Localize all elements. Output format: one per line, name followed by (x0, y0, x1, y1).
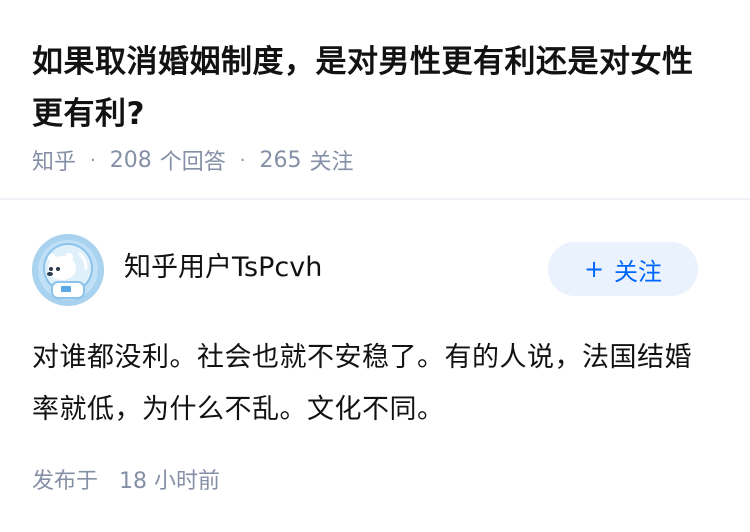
author-name[interactable]: 知乎用户TsPcvh (124, 250, 322, 286)
answer-content[interactable]: 对谁都没利。社会也就不安稳了。有的人说，法国结婚率就低，为什么不乱。文化不同。 (32, 332, 712, 436)
question-title[interactable]: 如果取消婚姻制度，是对男性更有利还是对女性更有利? (32, 36, 722, 140)
posted-label: 发布于 (32, 469, 99, 494)
answer-text: 对谁都没利。社会也就不安稳了。有的人说，法国结婚率就低，为什么不乱。文化不同。 (32, 342, 692, 425)
posted-time: 18 小时前 (119, 469, 221, 494)
meta-separator: · (90, 149, 96, 171)
plus-icon: + (583, 255, 605, 283)
section-divider (0, 198, 750, 200)
posted-time-row: 发布于 18 小时前 (32, 464, 220, 500)
question-header: 如果取消婚姻制度，是对男性更有利还是对女性更有利? (32, 36, 722, 140)
answer-count: 208 (109, 147, 152, 173)
follow-button-label: 关注 (614, 257, 663, 286)
answer-author-row: 知乎用户TsPcvh + 关注 (32, 234, 718, 306)
follower-count-label: 关注 (309, 150, 354, 175)
follower-count: 265 (259, 147, 302, 173)
answer-count-label[interactable]: 个回答 (160, 144, 226, 176)
source-label[interactable]: 知乎 (32, 144, 76, 176)
polar-bear-avatar-icon[interactable] (32, 234, 104, 306)
question-meta: 知乎 · 208 个回答 · 265 关注 (32, 144, 354, 176)
meta-separator: · (239, 149, 246, 171)
follow-button[interactable]: + 关注 (548, 242, 698, 296)
